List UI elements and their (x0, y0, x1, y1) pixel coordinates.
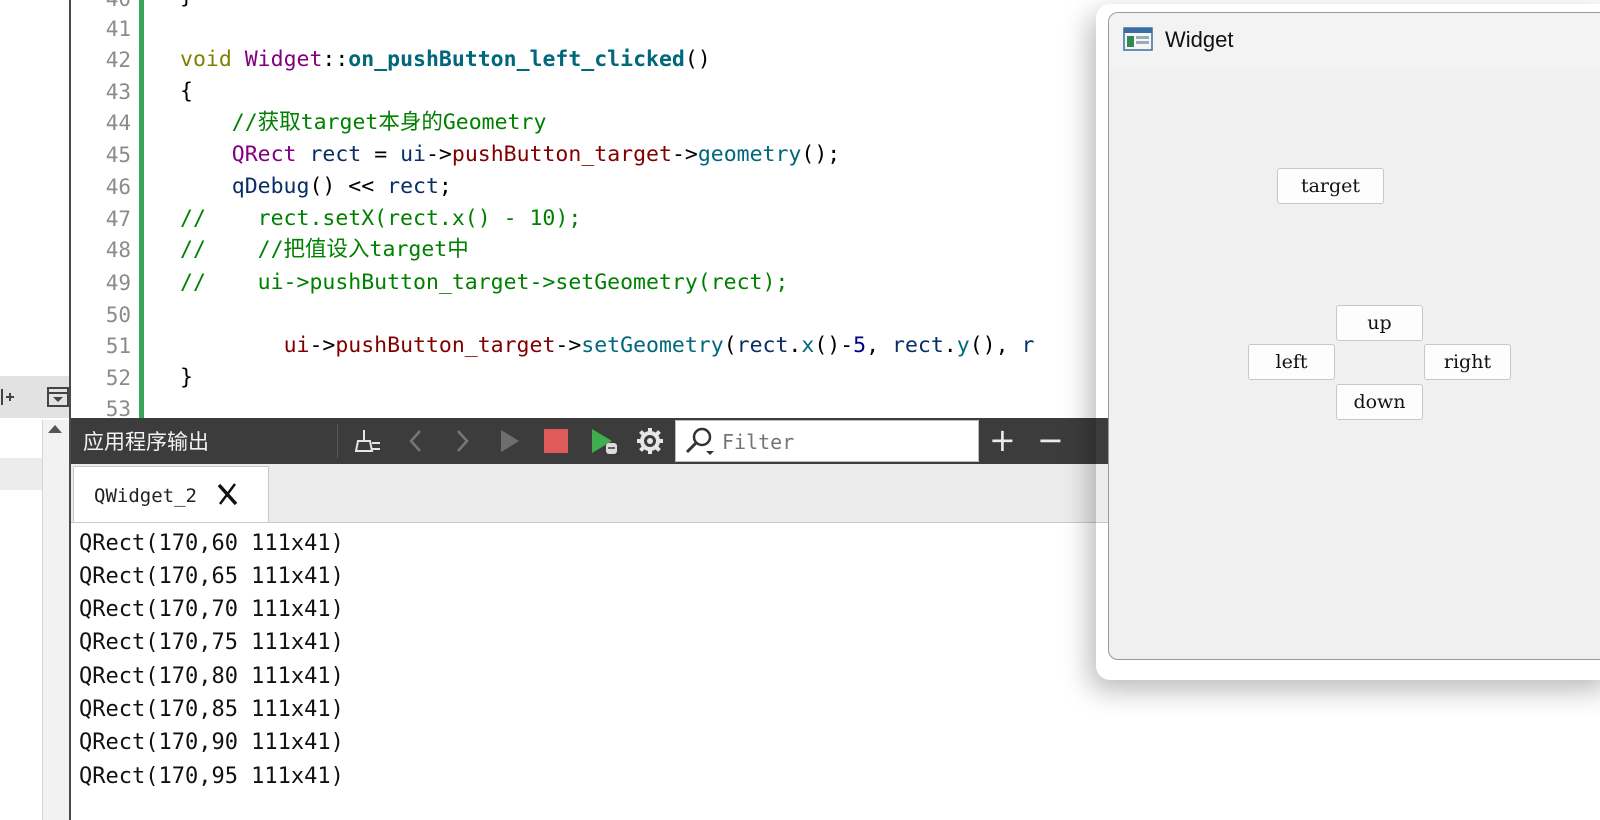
clean-icon[interactable] (353, 426, 383, 456)
run-icon[interactable] (495, 426, 525, 456)
debug-run-icon[interactable] (589, 426, 619, 456)
code-line-51: ui->pushButton_target->setGeometry(rect.… (283, 333, 1035, 358)
toolbar-separator (337, 424, 338, 458)
line-number: 52 (105, 366, 131, 390)
window-title: Widget (1165, 27, 1234, 52)
code-line-46: qDebug() << rect; (231, 174, 452, 199)
close-tab-icon[interactable] (214, 481, 240, 507)
code-line-45: QRect rect = ui->pushButton_target->geom… (231, 142, 841, 167)
code-line-48: // //把值设入target中 (180, 237, 469, 262)
widget-window: Widget target up left right down (1108, 12, 1600, 660)
settings-icon[interactable] (635, 426, 665, 456)
code-line-40: } (180, 0, 193, 10)
split-add-icon[interactable] (0, 387, 18, 407)
output-pane-toolbar: 应用程序输出 Filter + − (71, 418, 1108, 464)
output-console[interactable]: QRect(170,60 111x41) QRect(170,65 111x41… (71, 523, 1108, 820)
tab-label: QWidget_2 (94, 485, 197, 507)
output-line: QRect(170,80 111x41) (79, 664, 344, 689)
line-number: 49 (105, 271, 131, 295)
output-line: QRect(170,65 111x41) (79, 564, 344, 589)
stop-icon[interactable] (541, 426, 571, 456)
filter-input[interactable] (720, 427, 974, 457)
output-line: QRect(170,95 111x41) (79, 764, 344, 789)
code-line-44: //获取target本身的Geometry (180, 110, 547, 135)
code-line-47: // rect.setX(rect.x() - 10); (180, 206, 582, 231)
remove-icon[interactable]: − (1037, 424, 1064, 456)
left-button[interactable]: left (1248, 344, 1335, 380)
scroll-up-arrow-icon[interactable] (48, 425, 62, 433)
prev-icon[interactable] (401, 426, 431, 456)
output-line: QRect(170,70 111x41) (79, 597, 344, 622)
panel-toggle-icon[interactable] (46, 386, 70, 408)
left-side-panel (0, 0, 71, 820)
line-number: 51 (105, 334, 131, 358)
code-editor[interactable]: } void Widget::on_pushButton_left_clicke… (144, 0, 1108, 420)
line-number: 41 (105, 17, 131, 41)
output-line: QRect(170,85 111x41) (79, 697, 344, 722)
add-icon[interactable]: + (989, 424, 1016, 456)
line-number: 44 (105, 111, 131, 135)
output-line: QRect(170,75 111x41) (79, 630, 344, 655)
next-icon[interactable] (447, 426, 477, 456)
down-button[interactable]: down (1336, 384, 1423, 420)
tab-qwidget-2[interactable]: QWidget_2 (73, 466, 269, 522)
output-line: QRect(170,60 111x41) (79, 531, 344, 556)
line-number: 45 (105, 143, 131, 167)
line-number-gutter: 40 41 42 43 44 45 46 47 48 49 50 51 52 5… (71, 0, 139, 422)
output-pane-title: 应用程序输出 (83, 430, 209, 454)
code-line-52: } (180, 365, 193, 390)
side-panel-scrollbar[interactable] (42, 420, 71, 820)
line-number: 48 (105, 238, 131, 262)
line-number: 47 (105, 207, 131, 231)
line-number: 46 (105, 175, 131, 199)
code-line-43: { (180, 79, 193, 104)
side-panel-toolbar-icons (0, 382, 70, 412)
filter-field[interactable] (675, 420, 979, 462)
line-number: 50 (105, 303, 131, 327)
app-window-icon (1123, 27, 1153, 51)
code-line-42: void Widget::on_pushButton_left_clicked(… (180, 47, 711, 72)
line-number: 43 (105, 80, 131, 104)
target-button[interactable]: target (1277, 168, 1384, 204)
line-number: 40 (71, 0, 131, 12)
window-titlebar[interactable]: Widget (1109, 13, 1600, 69)
output-tab-bar: QWidget_2 (71, 464, 1108, 523)
up-button[interactable]: up (1336, 305, 1423, 341)
side-panel-selected-row[interactable] (0, 458, 42, 490)
search-icon (685, 427, 714, 455)
line-number: 42 (105, 48, 131, 72)
code-line-49: // ui->pushButton_target->setGeometry(re… (180, 270, 789, 295)
output-line: QRect(170,90 111x41) (79, 730, 344, 755)
right-button[interactable]: right (1424, 344, 1511, 380)
